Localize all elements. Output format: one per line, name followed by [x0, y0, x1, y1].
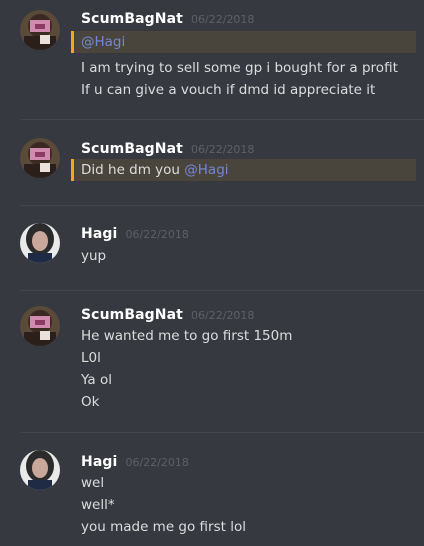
timestamp: 06/22/2018 [125, 456, 189, 469]
avatar-scumbagnat[interactable] [20, 306, 60, 346]
avatar-hagi[interactable] [20, 450, 60, 490]
user-mention[interactable]: @Hagi [81, 32, 125, 52]
message-group: ScumBagNat 06/22/2018 Did he dm you @Hag… [0, 120, 424, 205]
username[interactable]: ScumBagNat [81, 141, 183, 157]
mention-highlight: @Hagi [71, 31, 416, 53]
message-line: you made me go first lol [81, 519, 246, 535]
username[interactable]: Hagi [81, 454, 117, 470]
message-group: Hagi 06/22/2018 wel well* you made me go… [0, 433, 424, 546]
message-line: L0l [81, 350, 101, 366]
message-group: ScumBagNat 06/22/2018 @Hagi I am trying … [0, 0, 424, 120]
message-line: well* [81, 497, 115, 513]
mention-highlight: Did he dm you @Hagi [71, 159, 416, 181]
timestamp: 06/22/2018 [125, 228, 189, 241]
message-header: Hagi 06/22/2018 [81, 223, 189, 243]
username[interactable]: Hagi [81, 226, 117, 242]
timestamp: 06/22/2018 [191, 143, 255, 156]
username[interactable]: ScumBagNat [81, 307, 183, 323]
message-text: Did he dm you [81, 162, 185, 178]
avatar-hagi[interactable] [20, 223, 60, 263]
message-line: Ya ol [81, 372, 112, 388]
message-line: Did he dm you @Hagi [81, 160, 229, 180]
message-group: Hagi 06/22/2018 yup [0, 206, 424, 291]
message-header: Hagi 06/22/2018 [81, 451, 189, 471]
chat-messages: ScumBagNat 06/22/2018 @Hagi I am trying … [0, 0, 424, 546]
message-header: ScumBagNat 06/22/2018 [81, 138, 254, 158]
message-group: ScumBagNat 06/22/2018 He wanted me to go… [0, 291, 424, 433]
user-mention[interactable]: @Hagi [184, 162, 228, 178]
message-line: yup [81, 248, 107, 264]
message-line: wel [81, 475, 105, 491]
username[interactable]: ScumBagNat [81, 11, 183, 27]
message-header: ScumBagNat 06/22/2018 [81, 8, 254, 28]
avatar-scumbagnat[interactable] [20, 138, 60, 178]
avatar-scumbagnat[interactable] [20, 10, 60, 50]
message-header: ScumBagNat 06/22/2018 [81, 304, 254, 324]
message-line: Ok [81, 394, 100, 410]
timestamp: 06/22/2018 [191, 13, 255, 26]
message-line: If u can give a vouch if dmd id apprecia… [81, 82, 376, 98]
message-line: I am trying to sell some gp i bought for… [81, 60, 398, 76]
timestamp: 06/22/2018 [191, 309, 255, 322]
message-line: He wanted me to go first 150m [81, 328, 293, 344]
